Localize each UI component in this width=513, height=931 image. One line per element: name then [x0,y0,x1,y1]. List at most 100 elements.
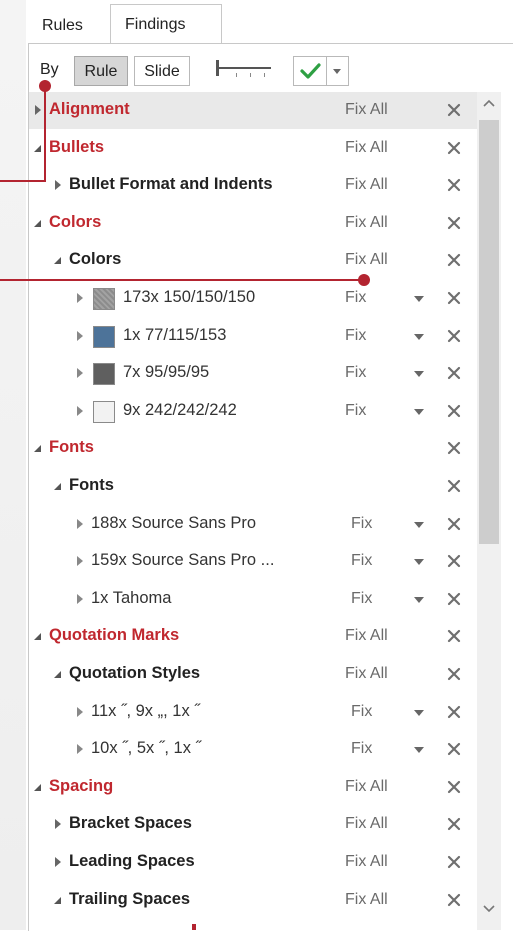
scroll-up-icon[interactable] [482,98,496,108]
collapse-arrow-icon[interactable] [53,480,63,492]
fix-button[interactable]: Fix [345,327,366,345]
accept-dropdown-button[interactable] [327,56,349,86]
collapse-arrow-icon[interactable] [53,668,63,680]
expand-arrow-icon[interactable] [75,518,85,530]
dismiss-icon[interactable] [446,553,462,569]
fix-options-dropdown-icon[interactable] [413,370,425,378]
collapse-arrow-icon[interactable] [33,630,43,642]
expand-arrow-icon[interactable] [75,706,85,718]
tree-finding-row[interactable]: 7x 95/95/95 Fix [29,355,477,392]
collapse-arrow-icon[interactable] [33,442,43,454]
fix-button[interactable]: Fix [351,740,372,758]
tree-rule-row[interactable]: Colors Fix All [29,242,477,279]
dismiss-icon[interactable] [446,741,462,757]
expand-arrow-icon[interactable] [33,104,43,116]
collapse-arrow-icon[interactable] [33,781,43,793]
tree-category-row[interactable]: Alignment Fix All [29,92,477,129]
fix-all-button[interactable]: Fix All [345,251,388,269]
dismiss-icon[interactable] [446,290,462,306]
fix-options-dropdown-icon[interactable] [413,408,425,416]
tree-finding-row[interactable]: 1x Tahoma Fix [29,581,477,618]
fix-button[interactable]: Fix [351,515,372,533]
tree-rule-row[interactable]: Leading Spaces Fix All [29,844,477,881]
tree-finding-row[interactable]: 11x ˝, 9x „, 1x ˝ Fix [29,694,477,731]
accept-button[interactable] [293,56,327,86]
tree-category-row[interactable]: Bullets Fix All [29,130,477,167]
fix-options-dropdown-icon[interactable] [413,746,425,754]
vertical-scrollbar[interactable] [477,92,501,930]
fix-all-button[interactable]: Fix All [345,139,388,157]
tab-findings[interactable]: Findings [110,4,222,48]
tree-rule-row[interactable]: Bracket Spaces Fix All [29,806,477,843]
dismiss-icon[interactable] [446,591,462,607]
tree-finding-row[interactable]: 159x Source Sans Pro ... Fix [29,543,477,580]
fix-all-button[interactable]: Fix All [345,176,388,194]
collapse-arrow-icon[interactable] [33,142,43,154]
fix-all-button[interactable]: Fix All [345,853,388,871]
expand-arrow-icon[interactable] [75,405,85,417]
tree-finding-row[interactable]: 1x 77/115/153 Fix [29,318,477,355]
expand-arrow-icon[interactable] [75,743,85,755]
tree-category-row[interactable]: Colors Fix All [29,205,477,242]
collapse-arrow-icon[interactable] [33,217,43,229]
tree-category-row[interactable]: Fonts [29,430,477,467]
tab-rules[interactable]: Rules [28,8,108,44]
expand-arrow-icon[interactable] [53,179,63,191]
dismiss-icon[interactable] [446,892,462,908]
tree-rule-row[interactable]: Bullet Format and Indents Fix All [29,167,477,204]
fix-options-dropdown-icon[interactable] [413,709,425,717]
fix-options-dropdown-icon[interactable] [413,295,425,303]
dismiss-icon[interactable] [446,440,462,456]
collapse-arrow-icon[interactable] [53,254,63,266]
tree-finding-row[interactable]: 10x ˝, 5x ˝, 1x ˝ Fix [29,731,477,768]
fix-options-dropdown-icon[interactable] [413,333,425,341]
expand-arrow-icon[interactable] [75,593,85,605]
dismiss-icon[interactable] [446,516,462,532]
dismiss-icon[interactable] [446,140,462,156]
slider-icon[interactable] [214,58,274,82]
dismiss-icon[interactable] [446,704,462,720]
fix-all-button[interactable]: Fix All [345,778,388,796]
expand-arrow-icon[interactable] [53,856,63,868]
dismiss-icon[interactable] [446,252,462,268]
scroll-down-icon[interactable] [482,904,496,914]
expand-arrow-icon[interactable] [53,818,63,830]
tree-finding-row[interactable]: 173x 150/150/150 Fix [29,280,477,317]
dismiss-icon[interactable] [446,365,462,381]
fix-options-dropdown-icon[interactable] [413,596,425,604]
fix-button[interactable]: Fix [351,590,372,608]
fix-options-dropdown-icon[interactable] [413,521,425,529]
fix-all-button[interactable]: Fix All [345,665,388,683]
expand-arrow-icon[interactable] [75,367,85,379]
fix-options-dropdown-icon[interactable] [413,558,425,566]
dismiss-icon[interactable] [446,779,462,795]
expand-arrow-icon[interactable] [75,330,85,342]
tree-category-row[interactable]: Spacing Fix All [29,769,477,806]
fix-button[interactable]: Fix [351,552,372,570]
fix-all-button[interactable]: Fix All [345,214,388,232]
group-by-slide-button[interactable]: Slide [134,56,190,86]
dismiss-icon[interactable] [446,478,462,494]
expand-arrow-icon[interactable] [75,555,85,567]
tree-category-row[interactable]: Quotation Marks Fix All [29,618,477,655]
fix-button[interactable]: Fix [345,289,366,307]
dismiss-icon[interactable] [446,328,462,344]
expand-arrow-icon[interactable] [75,292,85,304]
collapse-arrow-icon[interactable] [53,894,63,906]
fix-all-button[interactable]: Fix All [345,891,388,909]
dismiss-icon[interactable] [446,215,462,231]
fix-button[interactable]: Fix [345,402,366,420]
dismiss-icon[interactable] [446,854,462,870]
fix-all-button[interactable]: Fix All [345,101,388,119]
dismiss-icon[interactable] [446,816,462,832]
dismiss-icon[interactable] [446,177,462,193]
tree-rule-row[interactable]: Fonts [29,468,477,505]
dismiss-icon[interactable] [446,102,462,118]
fix-button[interactable]: Fix [345,364,366,382]
tree-finding-row[interactable]: 9x 242/242/242 Fix [29,393,477,430]
tree-rule-row[interactable]: Trailing Spaces Fix All [29,882,477,919]
scrollbar-thumb[interactable] [479,120,499,544]
fix-button[interactable]: Fix [351,703,372,721]
fix-all-button[interactable]: Fix All [345,627,388,645]
group-by-rule-button[interactable]: Rule [74,56,128,86]
